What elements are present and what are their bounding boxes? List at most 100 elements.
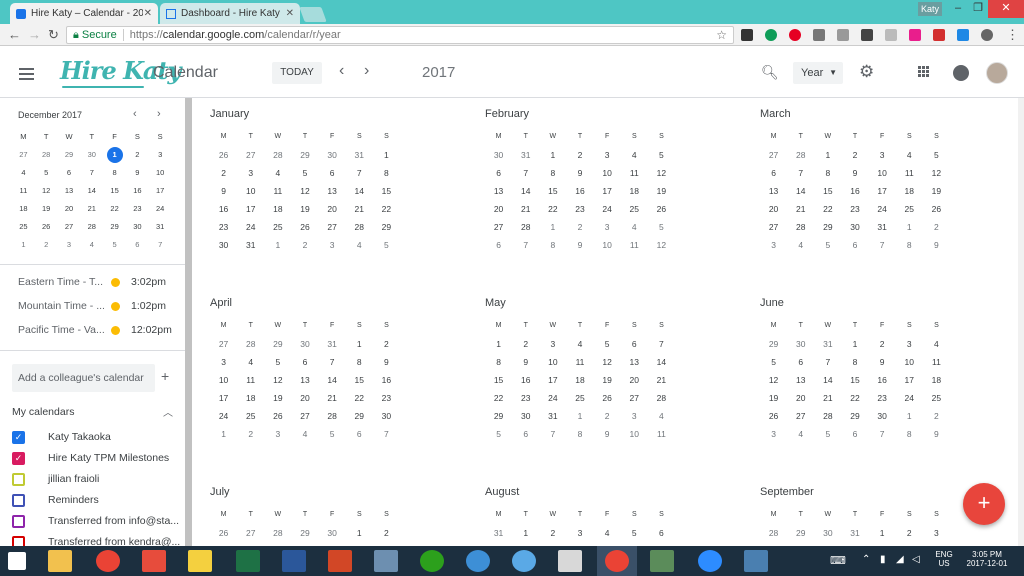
day-cell[interactable]: 31 — [869, 218, 896, 236]
add-colleague-input[interactable]: Add a colleague's calendar — [12, 364, 155, 392]
day-cell[interactable]: 29 — [814, 218, 841, 236]
day-cell[interactable]: 5 — [594, 335, 621, 353]
day-cell[interactable]: 29 — [841, 407, 868, 425]
day-cell[interactable]: 7 — [319, 353, 346, 371]
day-cell[interactable]: 20 — [291, 389, 318, 407]
day-cell[interactable]: 18 — [264, 200, 291, 218]
day-cell[interactable]: 1 — [485, 335, 512, 353]
day-cell[interactable]: 19 — [923, 182, 950, 200]
day-cell[interactable]: 22 — [373, 200, 400, 218]
day-cell[interactable]: 19 — [760, 389, 787, 407]
mini-day[interactable]: 21 — [80, 200, 103, 218]
mini-day[interactable]: 17 — [149, 182, 172, 200]
day-cell[interactable]: 4 — [346, 236, 373, 254]
day-cell[interactable]: 30 — [373, 407, 400, 425]
day-cell[interactable]: 15 — [539, 182, 566, 200]
back-icon[interactable]: ← — [8, 27, 21, 42]
day-cell[interactable]: 30 — [319, 524, 346, 542]
day-cell[interactable]: 5 — [319, 425, 346, 443]
day-cell[interactable]: 3 — [621, 407, 648, 425]
day-cell[interactable]: 15 — [373, 182, 400, 200]
day-cell[interactable]: 12 — [264, 371, 291, 389]
day-cell[interactable]: 11 — [621, 164, 648, 182]
day-cell[interactable]: 14 — [787, 182, 814, 200]
day-cell[interactable]: 29 — [787, 524, 814, 542]
day-cell[interactable]: 5 — [485, 425, 512, 443]
windows-start-icon[interactable] — [8, 552, 26, 570]
day-cell[interactable]: 25 — [621, 200, 648, 218]
mini-day[interactable]: 23 — [126, 200, 149, 218]
day-cell[interactable]: 8 — [539, 164, 566, 182]
month-title[interactable]: January — [210, 108, 400, 128]
day-cell[interactable]: 9 — [373, 353, 400, 371]
day-cell[interactable]: 28 — [648, 389, 675, 407]
browser-menu-icon[interactable]: ⋮ — [1006, 27, 1019, 43]
mini-day[interactable]: 10 — [149, 164, 172, 182]
day-cell[interactable]: 23 — [869, 389, 896, 407]
day-cell[interactable]: 6 — [787, 353, 814, 371]
day-cell[interactable]: 2 — [512, 335, 539, 353]
mini-day[interactable]: 12 — [35, 182, 58, 200]
day-cell[interactable]: 21 — [346, 200, 373, 218]
day-cell[interactable]: 8 — [346, 353, 373, 371]
buffer-extension-icon[interactable] — [741, 29, 753, 41]
day-cell[interactable]: 29 — [373, 218, 400, 236]
mini-day[interactable]: 8 — [103, 164, 126, 182]
day-cell[interactable]: 17 — [896, 371, 923, 389]
day-cell[interactable]: 24 — [869, 200, 896, 218]
day-cell[interactable]: 15 — [814, 182, 841, 200]
day-cell[interactable]: 23 — [566, 200, 593, 218]
day-cell[interactable]: 3 — [896, 335, 923, 353]
close-window-icon[interactable]: ✕ — [988, 0, 1024, 18]
day-cell[interactable]: 28 — [787, 218, 814, 236]
wifi-icon[interactable]: ◢ — [896, 554, 904, 565]
day-cell[interactable]: 16 — [210, 200, 237, 218]
day-cell[interactable]: 5 — [760, 353, 787, 371]
day-cell[interactable]: 3 — [264, 425, 291, 443]
day-cell[interactable]: 12 — [291, 182, 318, 200]
month-title[interactable]: March — [760, 108, 950, 128]
day-cell[interactable]: 14 — [512, 182, 539, 200]
day-cell[interactable]: 20 — [485, 200, 512, 218]
chrome-icon[interactable] — [96, 550, 120, 572]
day-cell[interactable]: 31 — [539, 407, 566, 425]
day-cell[interactable]: 25 — [923, 389, 950, 407]
calendar-item[interactable]: ✓ Hire Katy TPM Milestones — [12, 449, 182, 467]
google-apps-icon[interactable] — [918, 66, 933, 78]
day-cell[interactable]: 6 — [841, 236, 868, 254]
day-cell[interactable]: 30 — [841, 218, 868, 236]
day-cell[interactable]: 22 — [539, 200, 566, 218]
day-cell[interactable]: 10 — [896, 353, 923, 371]
day-cell[interactable]: 18 — [566, 371, 593, 389]
mini-next-month-icon[interactable]: › — [157, 108, 161, 120]
day-cell[interactable]: 31 — [841, 524, 868, 542]
day-cell[interactable]: 19 — [594, 371, 621, 389]
day-cell[interactable]: 25 — [896, 200, 923, 218]
day-cell[interactable]: 1 — [373, 146, 400, 164]
day-cell[interactable]: 18 — [237, 389, 264, 407]
day-cell[interactable]: 22 — [485, 389, 512, 407]
day-cell[interactable]: 3 — [594, 146, 621, 164]
day-cell[interactable]: 5 — [373, 236, 400, 254]
day-cell[interactable]: 13 — [291, 371, 318, 389]
day-cell[interactable]: 9 — [512, 353, 539, 371]
extension-icon[interactable] — [765, 29, 777, 41]
extension-icon[interactable] — [909, 29, 921, 41]
forward-icon[interactable]: → — [28, 27, 41, 42]
day-cell[interactable]: 1 — [346, 335, 373, 353]
day-cell[interactable]: 28 — [237, 335, 264, 353]
close-tab-icon[interactable]: ✕ — [286, 8, 294, 19]
day-cell[interactable]: 2 — [539, 524, 566, 542]
day-cell[interactable]: 19 — [264, 389, 291, 407]
day-cell[interactable]: 15 — [346, 371, 373, 389]
mini-prev-month-icon[interactable]: ‹ — [133, 108, 137, 120]
mini-day[interactable]: 7 — [80, 164, 103, 182]
battery-icon[interactable]: ▮ — [880, 554, 886, 565]
sidebar-scrollbar[interactable] — [185, 98, 192, 546]
next-year-icon[interactable]: › — [364, 62, 369, 80]
day-cell[interactable]: 25 — [237, 407, 264, 425]
day-cell[interactable]: 31 — [485, 524, 512, 542]
day-cell[interactable]: 13 — [621, 353, 648, 371]
day-cell[interactable]: 13 — [787, 371, 814, 389]
day-cell[interactable]: 28 — [264, 524, 291, 542]
